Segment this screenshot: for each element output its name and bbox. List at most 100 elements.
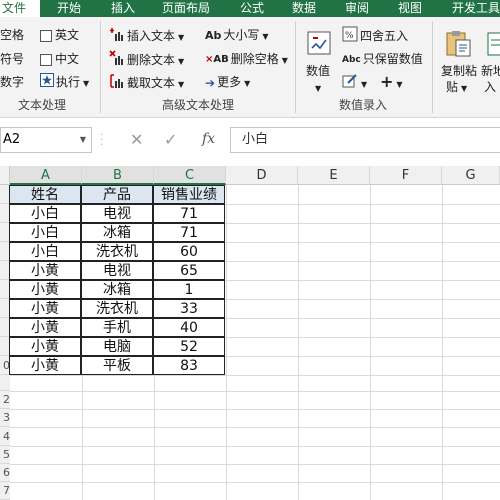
english-checkbox[interactable] — [40, 29, 52, 42]
keep-value-button[interactable]: Abc 只保留数值 — [342, 50, 423, 68]
table-header-cell[interactable]: 产品 — [81, 185, 153, 204]
grid-row-line — [10, 391, 500, 392]
table-header-cell[interactable]: 销售业绩 — [153, 185, 225, 204]
ribbon: 空格 英文 符号 中文 数字 执行 ▼ 文本处理 插入文本 ▼ Ab 大小写 ▼ 删除文… — [0, 17, 500, 118]
ribbon-number-option[interactable]: 数字 — [0, 73, 24, 91]
ribbon-space-option[interactable]: 空格 — [0, 26, 24, 44]
table-cell[interactable]: 冰箱 — [81, 223, 153, 242]
tab-home[interactable]: 开始 — [57, 0, 81, 17]
column-header-d[interactable]: D — [226, 166, 298, 185]
insert-text-button[interactable]: 插入文本 ▼ — [109, 26, 184, 44]
table-cell[interactable]: 小黄 — [9, 280, 81, 299]
ribbon-chinese-option[interactable]: 中文 — [40, 50, 79, 68]
table-cell[interactable]: 71 — [153, 204, 225, 223]
column-header-e[interactable]: E — [298, 166, 370, 185]
table-cell[interactable]: 1 — [153, 280, 225, 299]
grid-column-line — [226, 185, 227, 500]
copy-paste-label-line2: 贴 ▼ — [446, 80, 468, 94]
dropdown-arrow-icon: ▼ — [461, 84, 468, 93]
table-cell[interactable]: 小黄 — [9, 261, 81, 280]
confirm-icon[interactable]: ✓ — [164, 130, 177, 149]
formula-buttons: ✕ ✓ fx — [118, 127, 230, 153]
insert-function-icon[interactable]: fx — [202, 131, 215, 147]
table-cell[interactable]: 小白 — [9, 223, 81, 242]
table-cell[interactable]: 40 — [153, 318, 225, 337]
table-cell[interactable]: 33 — [153, 299, 225, 318]
extract-text-button[interactable]: 截取文本 ▼ — [109, 73, 184, 91]
cancel-icon[interactable]: ✕ — [130, 130, 143, 149]
tab-page-layout[interactable]: 页面布局 — [162, 0, 210, 17]
column-header-b[interactable]: B — [82, 166, 154, 185]
table-cell[interactable]: 小黄 — [9, 318, 81, 337]
row-header[interactable]: 4 — [0, 427, 10, 446]
formula-bar-grip[interactable]: · · · — [100, 131, 103, 151]
name-box[interactable]: A2 ▼ — [0, 127, 92, 153]
tab-view[interactable]: 视图 — [398, 0, 422, 17]
row-header[interactable]: 6 — [0, 464, 10, 482]
delete-text-button[interactable]: 删除文本 ▼ — [109, 50, 184, 68]
table-cell[interactable]: 71 — [153, 223, 225, 242]
chinese-checkbox[interactable] — [40, 53, 52, 66]
column-header-f[interactable]: F — [370, 166, 442, 185]
add-button[interactable]: + ▼ — [380, 73, 403, 91]
tab-insert[interactable]: 插入 — [111, 0, 135, 17]
abc-icon: Abc — [342, 54, 361, 65]
tab-file[interactable]: 文件 — [0, 0, 40, 17]
case-button[interactable]: Ab 大小写 ▼ — [205, 26, 269, 44]
column-header-c[interactable]: C — [154, 166, 226, 185]
ribbon-symbol-option[interactable]: 符号 — [0, 50, 24, 68]
grid-row-line — [10, 375, 500, 376]
table-cell[interactable]: 52 — [153, 337, 225, 356]
row-header[interactable]: 3 — [0, 409, 10, 427]
row-header[interactable]: 7 — [0, 482, 10, 500]
formula-input[interactable]: 小白 — [230, 127, 500, 153]
table-cell[interactable]: 60 — [153, 242, 225, 261]
delete-space-button[interactable]: ×AB 删除空格 ▼ — [205, 50, 288, 68]
row-header[interactable]: 5 — [0, 446, 10, 464]
column-header-a[interactable]: A — [10, 166, 82, 185]
ribbon-english-option[interactable]: 英文 — [40, 26, 79, 44]
table-cell[interactable]: 手机 — [81, 318, 153, 337]
tab-formulas[interactable]: 公式 — [240, 0, 264, 17]
new-sheet-icon[interactable] — [486, 28, 500, 62]
number-entry-button[interactable]: 数值 — [306, 62, 330, 80]
svg-text:%: % — [345, 31, 354, 41]
dropdown-arrow-icon[interactable]: ▼ — [80, 128, 86, 152]
select-all-corner[interactable] — [0, 166, 10, 185]
row-header[interactable] — [0, 375, 10, 391]
grid-column-line — [370, 185, 371, 500]
tab-developer[interactable]: 开发工具 — [452, 0, 500, 17]
table-cell[interactable]: 小黄 — [9, 337, 81, 356]
table-cell[interactable]: 电视 — [81, 204, 153, 223]
table-cell[interactable]: 平板 — [81, 356, 153, 375]
table-cell[interactable]: 洗衣机 — [81, 299, 153, 318]
group-separator — [100, 21, 101, 113]
table-cell[interactable]: 小黄 — [9, 356, 81, 375]
grid-column-line — [442, 185, 443, 500]
table-cell[interactable]: 电视 — [81, 261, 153, 280]
clipboard-icon[interactable] — [443, 28, 473, 62]
grid-row-line — [10, 482, 500, 483]
table-cell[interactable]: 洗衣机 — [81, 242, 153, 261]
table-cell[interactable]: 83 — [153, 356, 225, 375]
table-cell[interactable]: 小黄 — [9, 299, 81, 318]
table-cell[interactable]: 电脑 — [81, 337, 153, 356]
tab-review[interactable]: 审阅 — [345, 0, 369, 17]
number-entry-icon[interactable] — [306, 30, 332, 60]
ribbon-execute-button[interactable]: 执行 ▼ — [40, 73, 89, 91]
column-header-g[interactable]: G — [442, 166, 500, 185]
dropdown-arrow-icon: ▼ — [315, 84, 322, 93]
edit-button[interactable]: ▼ — [342, 73, 367, 91]
table-cell[interactable]: 冰箱 — [81, 280, 153, 299]
table-cell[interactable]: 65 — [153, 261, 225, 280]
ribbon-tab-bar: 文件 开始 插入 页面布局 公式 数据 审阅 视图 开发工具 — [0, 0, 500, 17]
more-button[interactable]: ➔ 更多 ▼ — [205, 73, 250, 91]
tab-data[interactable]: 数据 — [292, 0, 316, 17]
group-separator — [295, 21, 296, 113]
table-header-cell[interactable]: 姓名 — [9, 185, 81, 204]
dropdown-arrow-icon: ▼ — [396, 80, 403, 89]
row-header[interactable]: 2 — [0, 391, 10, 409]
table-cell[interactable]: 小白 — [9, 204, 81, 223]
table-cell[interactable]: 小白 — [9, 242, 81, 261]
round-button[interactable]: % 四舍五入 — [342, 26, 408, 44]
